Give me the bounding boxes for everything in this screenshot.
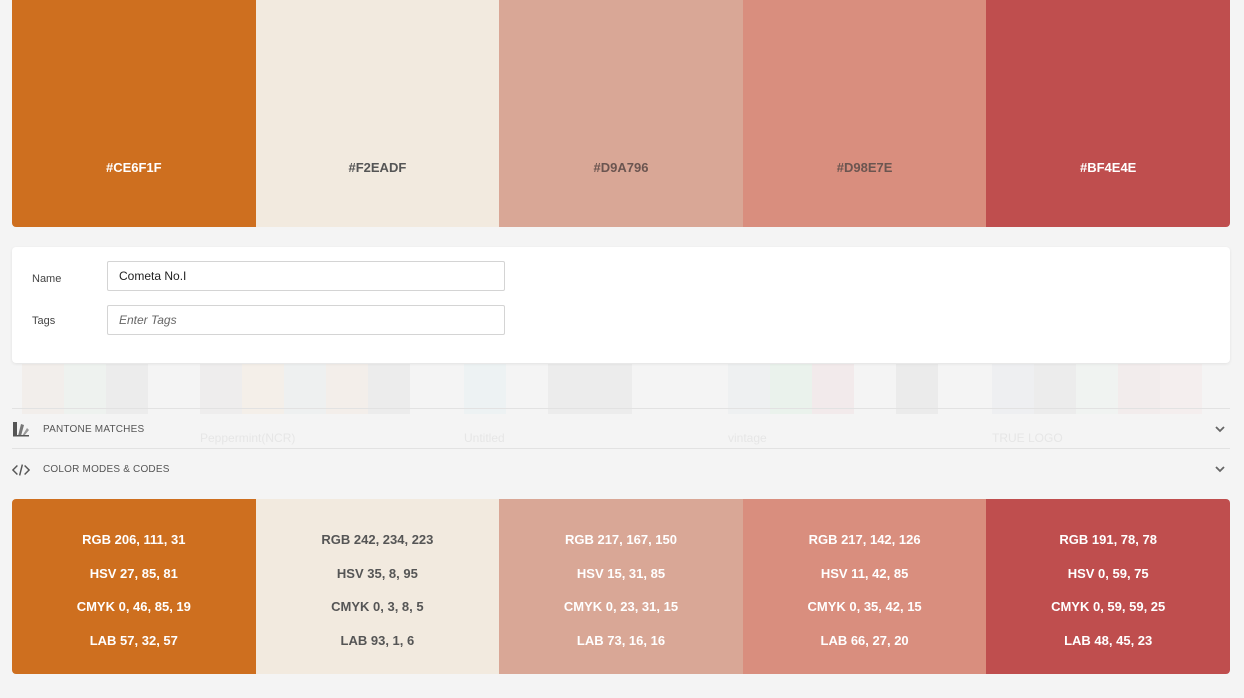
lab-value[interactable]: LAB 93, 1, 6 [256,633,500,648]
swatch[interactable]: #CE6F1F [12,0,256,227]
cmyk-value[interactable]: CMYK 0, 59, 59, 25 [986,599,1230,614]
hsv-value[interactable]: HSV 0, 59, 75 [986,566,1230,581]
ghost-palette [200,364,410,414]
swatch[interactable]: #F2EADF [255,0,500,227]
chevron-down-icon[interactable] [1214,422,1226,440]
lab-value[interactable]: LAB 73, 16, 16 [499,633,743,648]
chevron-down-icon[interactable] [1214,462,1226,480]
code-icon [12,461,30,479]
hsv-value[interactable]: HSV 35, 8, 95 [256,566,500,581]
lab-value[interactable]: LAB 57, 32, 57 [12,633,256,648]
lab-value[interactable]: LAB 66, 27, 20 [743,633,987,648]
color-code-column: RGB 217, 167, 150 HSV 15, 31, 85 CMYK 0,… [499,499,743,674]
palette-info-card: Name Tags [12,247,1230,363]
color-modes-section[interactable]: COLOR MODES & CODES [12,448,1230,490]
name-label: Name [32,273,62,285]
pantone-icon [12,420,30,438]
rgb-value[interactable]: RGB 242, 234, 223 [256,532,500,547]
color-swatches: #CE6F1F #F2EADF #D9A796 #D98E7E #BF4E4E [12,0,1230,227]
cmyk-value[interactable]: CMYK 0, 23, 31, 15 [499,599,743,614]
swatch-hex: #D98E7E [836,160,893,175]
swatch-hex: #BF4E4E [1079,160,1137,175]
swatch[interactable]: #D9A796 [499,0,743,227]
ghost-palette [22,364,148,414]
tags-input[interactable] [107,305,505,335]
cmyk-value[interactable]: CMYK 0, 35, 42, 15 [743,599,987,614]
rgb-value[interactable]: RGB 217, 167, 150 [499,532,743,547]
hsv-value[interactable]: HSV 27, 85, 81 [12,566,256,581]
color-code-column: RGB 217, 142, 126 HSV 11, 42, 85 CMYK 0,… [742,499,987,674]
pantone-matches-section[interactable]: PANTONE MATCHES [12,408,1230,449]
pantone-section-label: PANTONE MATCHES [43,423,145,435]
tags-label: Tags [32,315,56,327]
swatch[interactable]: #D98E7E [742,0,987,227]
ghost-palette [992,364,1202,414]
color-codes: RGB 206, 111, 31 HSV 27, 85, 81 CMYK 0, … [12,499,1230,674]
ghost-palette [464,364,632,414]
color-code-column: RGB 191, 78, 78 HSV 0, 59, 75 CMYK 0, 59… [986,499,1230,674]
cmyk-value[interactable]: CMYK 0, 3, 8, 5 [256,599,500,614]
color-modes-section-label: COLOR MODES & CODES [43,464,170,475]
color-code-column: RGB 206, 111, 31 HSV 27, 85, 81 CMYK 0, … [12,499,256,674]
rgb-value[interactable]: RGB 191, 78, 78 [986,532,1230,547]
cmyk-value[interactable]: CMYK 0, 46, 85, 19 [12,599,256,614]
ghost-palette [728,364,938,414]
color-code-column: RGB 242, 234, 223 HSV 35, 8, 95 CMYK 0, … [255,499,500,674]
background-footer [0,682,1244,698]
hsv-value[interactable]: HSV 11, 42, 85 [743,566,987,581]
lab-value[interactable]: LAB 48, 45, 23 [986,633,1230,648]
swatch-hex: #D9A796 [593,160,649,175]
rgb-value[interactable]: RGB 206, 111, 31 [12,532,256,547]
swatch[interactable]: #BF4E4E [986,0,1230,227]
swatch-hex: #F2EADF [348,160,407,175]
swatch-hex: #CE6F1F [105,160,162,175]
rgb-value[interactable]: RGB 217, 142, 126 [743,532,987,547]
name-input[interactable] [107,261,505,291]
hsv-value[interactable]: HSV 15, 31, 85 [499,566,743,581]
